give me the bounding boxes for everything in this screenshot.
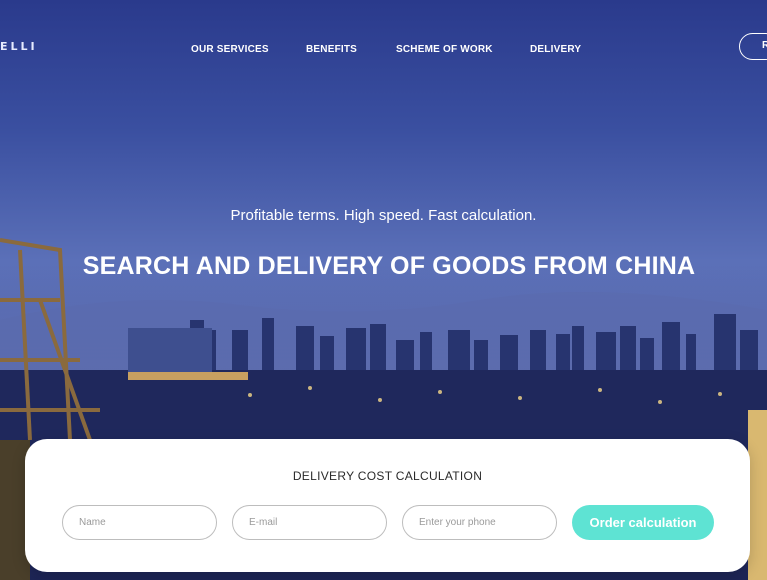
nav-delivery[interactable]: DELIVERY	[530, 44, 581, 55]
main-nav: OUR SERVICES BENEFITS SCHEME OF WORK DEL…	[0, 44, 767, 58]
order-calculation-button[interactable]: Order calculation	[572, 505, 714, 540]
email-input[interactable]	[232, 505, 387, 540]
nav-benefits[interactable]: BENEFITS	[306, 44, 357, 55]
form-title: DELIVERY COST CALCULATION	[292, 469, 483, 483]
delivery-calculation-form: DELIVERY COST CALCULATION Order calculat…	[25, 439, 750, 572]
name-input[interactable]	[62, 505, 217, 540]
hero-headline: SEARCH AND DELIVERY OF GOODS FROM CHINA	[82, 252, 696, 280]
header-cta-button[interactable]: R	[739, 33, 767, 60]
nav-scheme-of-work[interactable]: SCHEME OF WORK	[396, 44, 493, 55]
hero-tagline: Profitable terms. High speed. Fast calcu…	[230, 207, 537, 224]
nav-our-services[interactable]: OUR SERVICES	[191, 44, 269, 55]
hero-background: ELLI OUR SERVICES BENEFITS SCHEME OF WOR…	[0, 0, 767, 580]
phone-input[interactable]	[402, 505, 557, 540]
